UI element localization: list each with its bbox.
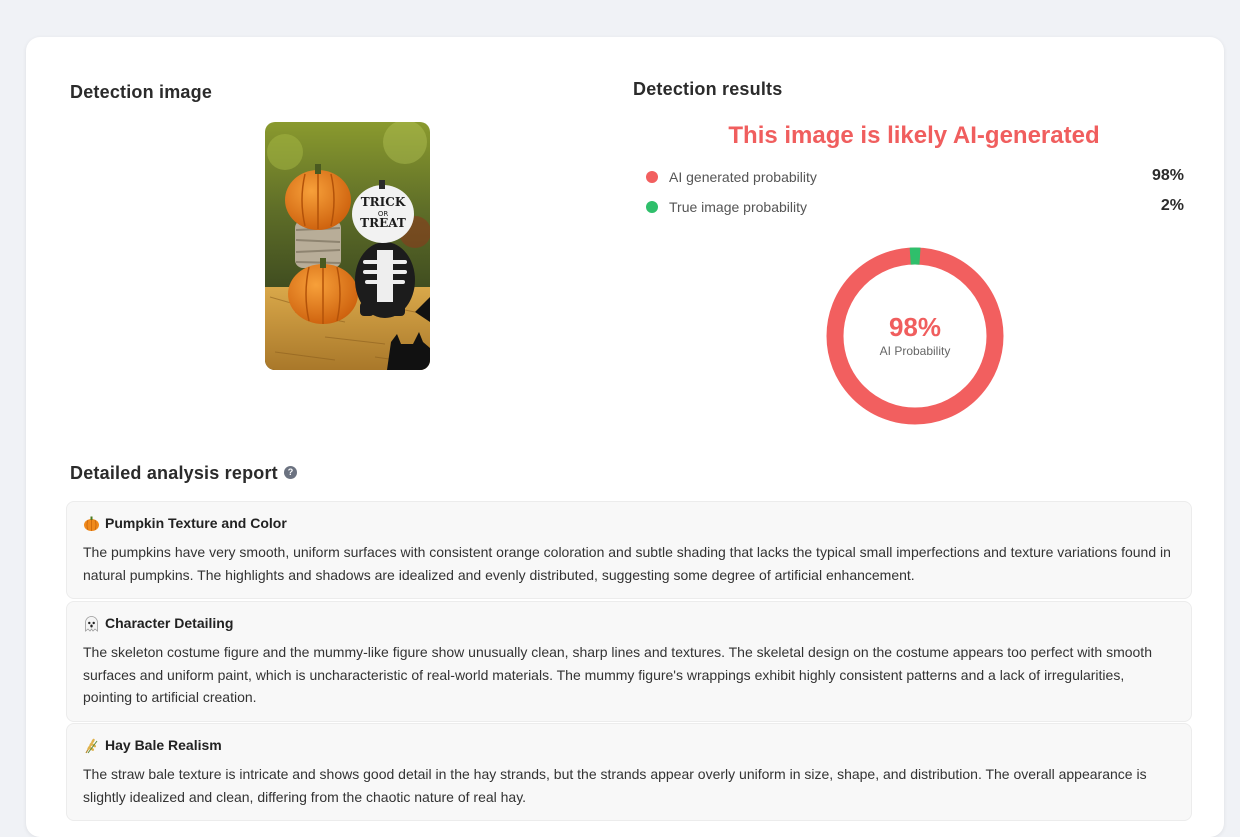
report-item-title: Character Detailing — [105, 615, 234, 631]
true-probability-label: True image probability — [669, 199, 807, 215]
trick-text: TRICK — [361, 195, 406, 209]
pumpkin-icon — [83, 515, 100, 532]
halloween-photo: TRICK OR TREAT — [265, 122, 430, 370]
report-item-header: Pumpkin Texture and Color — [83, 514, 1175, 532]
detection-card: Detection image TRICK OR TREAT Detection… — [26, 37, 1224, 837]
ai-probability-label: AI generated probability — [669, 169, 817, 185]
detection-image[interactable]: TRICK OR TREAT — [265, 122, 430, 370]
report-item-title: Pumpkin Texture and Color — [105, 515, 287, 531]
report-item-hay: Hay Bale Realism The straw bale texture … — [66, 723, 1192, 821]
donut-center-label: AI Probability — [879, 344, 951, 358]
report-item-header: Hay Bale Realism — [83, 736, 1175, 754]
report-item-header: Character Detailing — [83, 614, 1175, 632]
detection-results-title: Detection results — [633, 79, 783, 99]
ai-legend-dot — [646, 171, 658, 183]
report-item-pumpkin: Pumpkin Texture and Color The pumpkins h… — [66, 501, 1192, 599]
report-item-body: The skeleton costume figure and the mumm… — [83, 644, 1152, 705]
ai-probability-value: 98% — [1151, 167, 1184, 184]
report-item-body: The straw bale texture is intricate and … — [83, 766, 1147, 805]
ai-probability-row: AI generated probability 98% — [644, 167, 1184, 187]
treat-text: TREAT — [360, 216, 406, 230]
ghost-icon — [83, 615, 100, 632]
report-item-title: Hay Bale Realism — [105, 737, 222, 753]
report-item-character: Character Detailing The skeleton costume… — [66, 601, 1192, 722]
true-legend-dot — [646, 201, 658, 213]
report-title: Detailed analysis report — [70, 463, 278, 483]
true-probability-value: 2% — [1160, 197, 1184, 214]
donut-center-value: 98% — [888, 312, 942, 342]
detection-image-title: Detection image — [70, 82, 213, 102]
true-probability-row: True image probability 2% — [644, 197, 1184, 217]
donut-center: 98% AI Probability — [826, 312, 1004, 358]
help-icon[interactable]: ? — [284, 466, 297, 479]
report-item-body: The pumpkins have very smooth, uniform s… — [83, 544, 1171, 583]
wheat-icon — [83, 737, 100, 754]
verdict-text: This image is likely AI-generated — [728, 122, 1100, 149]
